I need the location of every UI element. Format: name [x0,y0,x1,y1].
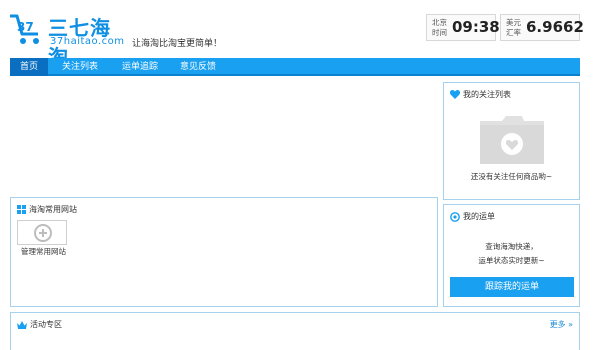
watchlist-header: 我的关注列表 [450,89,511,100]
watchlist-empty-text: 还没有关注任何商品哟~ [470,172,553,181]
cart-logo-icon: 37 [10,14,39,44]
watchlist-panel: 我的关注列表 还没有关注任何商品哟~ [443,82,580,200]
time-label: 北京时间 [432,18,447,37]
logo-domain: 37haitao.com [50,36,125,47]
site-logo[interactable]: 37 三七海淘 37haitao.com [8,10,128,69]
common-sites-header: 海淘常用网站 [17,204,77,215]
manage-sites-link[interactable]: 管理常用网站 [21,246,66,257]
tracking-desc-line1: 查询海淘快递， [485,242,538,251]
common-sites-title: 海淘常用网站 [29,205,77,214]
nav-home[interactable]: 首页 [10,58,48,76]
plus-icon [34,224,52,242]
rate-label: 美元汇率 [506,18,521,37]
track-shipment-button[interactable]: 跟踪我的运单 [450,277,574,297]
heart-icon [450,90,460,99]
time-value: 09:38 [452,18,500,36]
usd-rate-box: 美元汇率 6.9662 [500,14,584,41]
tracking-title: 我的运单 [463,212,495,221]
nav-tracking[interactable]: 运单追踪 [114,58,166,76]
main-nav: 首页 关注列表 运单追踪 意见反馈 [10,58,580,76]
add-site-button[interactable] [17,220,67,245]
svg-text:37: 37 [17,20,34,34]
tracking-header: 我的运单 [450,211,495,222]
rate-value: 6.9662 [526,18,584,36]
nav-watchlist[interactable]: 关注列表 [54,58,106,76]
activity-title: 活动专区 [30,320,62,329]
activity-panel: 活动专区 更多 » [10,312,580,350]
page: 37 三七海淘 37haitao.com 让海淘比淘宝更简单！ 北京时间 09:… [0,0,600,350]
search-globe-icon [450,211,460,222]
crown-icon [17,320,27,329]
nav-feedback[interactable]: 意见反馈 [172,58,224,76]
tracking-panel: 我的运单 查询海淘快递， 运单状态实时更新~ 跟踪我的运单 [443,204,580,307]
empty-folder-icon [480,116,544,164]
activity-header: 活动专区 [17,319,62,330]
slogan: 让海淘比淘宝更简单！ [132,39,223,49]
tracking-desc-line2: 运单状态实时更新~ [478,256,545,265]
main-content-area [10,82,438,193]
common-sites-panel: 海淘常用网站 管理常用网站 [10,197,438,307]
more-activities-link[interactable]: 更多 » [550,319,573,330]
watchlist-title: 我的关注列表 [463,90,511,99]
beijing-time-box: 北京时间 09:38 [426,14,500,41]
grid-icon [17,205,26,214]
